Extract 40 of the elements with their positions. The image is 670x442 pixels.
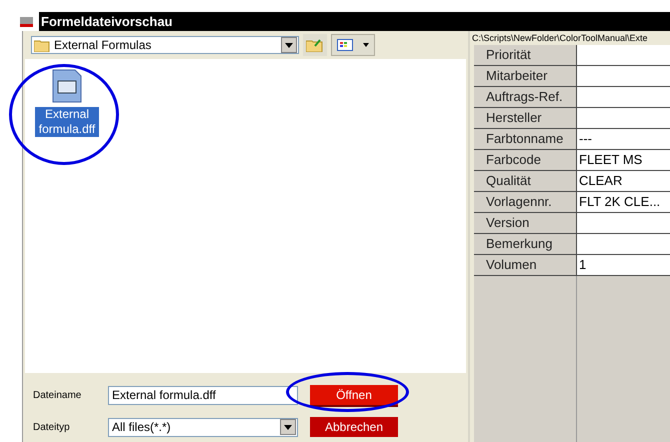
property-label: Auftrags-Ref. <box>474 87 577 107</box>
grid-view-icon <box>337 39 353 51</box>
title-bar: Formeldateivorschau <box>39 12 670 31</box>
property-label: Farbcode <box>474 150 577 170</box>
file-name[interactable]: External formula.dff <box>35 107 99 137</box>
open-button[interactable]: Öffnen <box>310 385 398 405</box>
filename-field[interactable]: External formula.dff <box>108 386 298 404</box>
filetype-label: Dateityp <box>33 420 71 434</box>
property-value: FLEET MS <box>577 150 670 170</box>
file-path: C:\Scripts\NewFolder\ColorToolManual\Exte <box>471 32 649 45</box>
property-label: Farbtonname <box>474 129 577 149</box>
document-icon <box>52 69 82 103</box>
folder-name: External Formulas <box>54 37 152 54</box>
property-label: Version <box>474 213 577 233</box>
property-label: Hersteller <box>474 108 577 128</box>
caret-icon <box>284 424 292 430</box>
filetype-value: All files(*.*) <box>112 419 171 436</box>
property-label: Priorität <box>474 45 577 65</box>
filename-label: Dateiname <box>33 388 82 402</box>
filetype-combo[interactable]: All files(*.*) <box>108 418 298 436</box>
folder-arrow-icon <box>306 38 324 52</box>
property-label: Bemerkung <box>474 234 577 254</box>
property-value: CLEAR <box>577 171 670 191</box>
caret-icon <box>285 42 293 48</box>
property-value: FLT 2K CLE... <box>577 192 670 212</box>
property-value: --- <box>577 129 670 149</box>
up-folder-button[interactable] <box>303 34 327 56</box>
dropdown-button[interactable] <box>281 37 297 53</box>
view-menu-button[interactable] <box>331 34 375 56</box>
cancel-button[interactable]: Abbrechen <box>310 417 398 437</box>
app-icon <box>20 16 33 28</box>
folder-combo[interactable]: External Formulas <box>31 36 299 54</box>
property-label: Qualität <box>474 171 577 191</box>
property-value: 1 <box>577 255 670 275</box>
property-label: Volumen <box>474 255 577 275</box>
caret-icon <box>363 43 369 47</box>
property-label: Vorlagennr. <box>474 192 577 212</box>
folder-icon <box>34 38 50 52</box>
dropdown-button[interactable] <box>280 419 296 435</box>
property-label: Mitarbeiter <box>474 66 577 86</box>
